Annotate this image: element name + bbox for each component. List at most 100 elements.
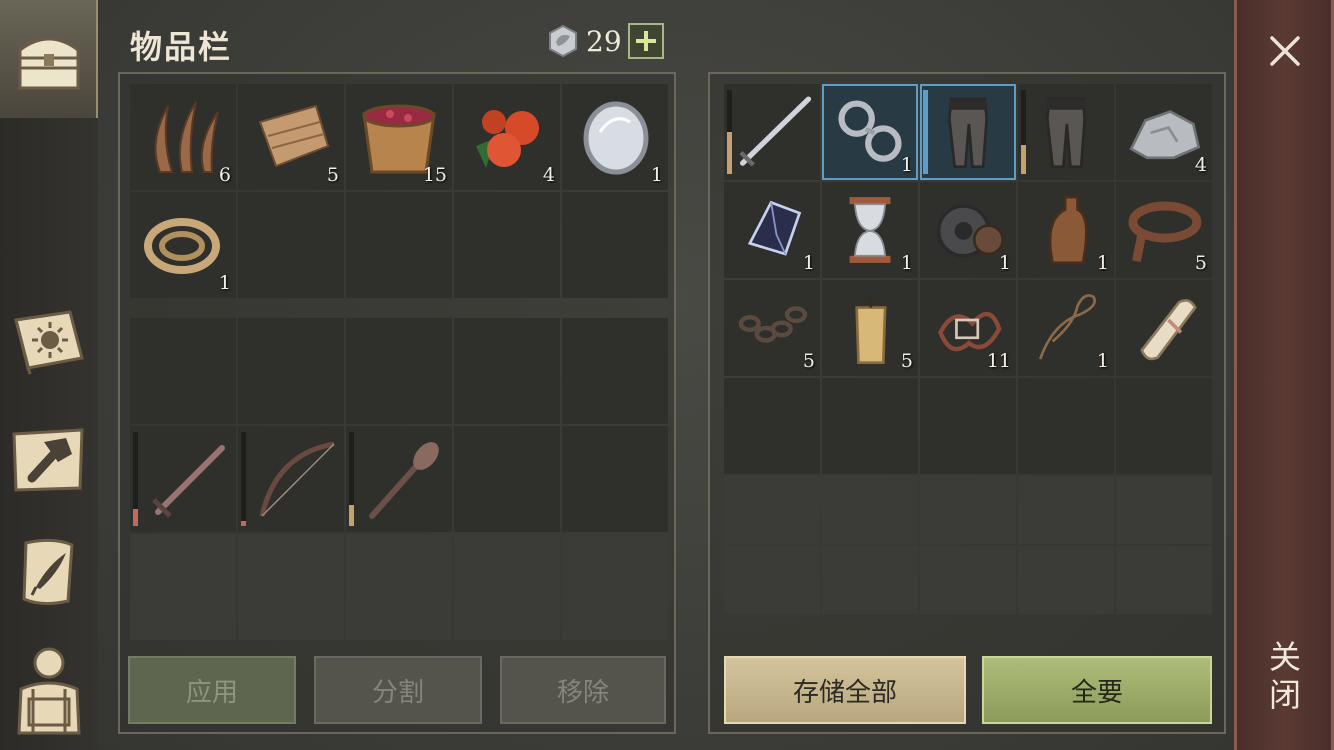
- item-slot[interactable]: 1: [822, 182, 918, 278]
- sword-icon: [152, 445, 225, 518]
- empty-slot[interactable]: [1018, 378, 1114, 474]
- item-quantity: 5: [1194, 252, 1207, 274]
- quill-scroll-icon[interactable]: [8, 532, 90, 614]
- item-slot[interactable]: 1: [724, 182, 820, 278]
- empty-slot[interactable]: [1018, 546, 1114, 614]
- gear-icon: [936, 204, 1004, 258]
- add-currency-button[interactable]: [627, 23, 664, 59]
- inventory-grid: 6 5 15 4 1 1: [130, 84, 668, 298]
- item-slot[interactable]: [724, 84, 820, 180]
- item-slot[interactable]: 15: [346, 84, 452, 190]
- item-quantity: 4: [542, 164, 555, 186]
- steel-sword-icon: [739, 96, 812, 167]
- chainmail-leggings-icon: [947, 97, 989, 168]
- empty-slot[interactable]: [1116, 378, 1212, 474]
- item-slot[interactable]: 1: [1018, 280, 1114, 376]
- lasso-icon: [1038, 294, 1096, 360]
- empty-slot[interactable]: [920, 476, 1016, 544]
- empty-slot[interactable]: [346, 318, 452, 424]
- iron-chain-icon: [738, 306, 808, 343]
- empty-slot[interactable]: [562, 318, 668, 424]
- empty-slot[interactable]: [238, 318, 344, 424]
- item-slot[interactable]: 5: [238, 84, 344, 190]
- empty-slot[interactable]: [1116, 476, 1212, 544]
- close-label[interactable]: 关闭: [1264, 640, 1306, 716]
- currency-display: 29: [546, 22, 664, 60]
- mace-icon: [369, 442, 439, 519]
- item-slot[interactable]: 6: [130, 84, 236, 190]
- sun-book-icon[interactable]: [8, 300, 90, 382]
- item-slot[interactable]: [920, 84, 1016, 180]
- empty-slot[interactable]: [130, 534, 236, 640]
- empty-slot[interactable]: [130, 318, 236, 424]
- empty-slot[interactable]: [454, 318, 560, 424]
- empty-slot[interactable]: [920, 546, 1016, 614]
- empty-slot[interactable]: [562, 426, 668, 532]
- item-quantity: 1: [802, 252, 815, 274]
- empty-slot[interactable]: [454, 192, 560, 298]
- candle-icon: [855, 296, 887, 364]
- item-quantity: 1: [900, 252, 913, 274]
- storage-grid: 1 4 1 1 1 1 5 5 5 11 1: [724, 84, 1212, 614]
- item-quantity: 4: [1194, 154, 1207, 176]
- close-panel[interactable]: [1234, 0, 1334, 750]
- currency-count: 29: [586, 24, 622, 58]
- empty-slot[interactable]: [454, 426, 560, 532]
- item-slot[interactable]: [1116, 280, 1212, 376]
- split-button[interactable]: 分割: [314, 656, 482, 724]
- apply-button[interactable]: 应用: [128, 656, 296, 724]
- empty-slot[interactable]: [562, 192, 668, 298]
- store-all-button[interactable]: 存储全部: [724, 656, 966, 724]
- equipment-grid: [130, 318, 668, 640]
- empty-slot[interactable]: [920, 378, 1016, 474]
- leather-strap-icon: [1128, 201, 1202, 262]
- empty-slot[interactable]: [346, 192, 452, 298]
- empty-slot[interactable]: [822, 476, 918, 544]
- character-backpack-icon[interactable]: [8, 647, 90, 735]
- empty-slot[interactable]: [822, 378, 918, 474]
- close-icon[interactable]: [1264, 30, 1306, 72]
- item-slot[interactable]: 1: [562, 84, 668, 190]
- item-slot[interactable]: [130, 426, 236, 532]
- empty-slot[interactable]: [822, 546, 918, 614]
- empty-slot[interactable]: [454, 534, 560, 640]
- take-all-button[interactable]: 全要: [982, 656, 1212, 724]
- leather-flask-icon: [1048, 195, 1088, 265]
- item-slot[interactable]: 1: [1018, 182, 1114, 278]
- item-quantity: 1: [1096, 252, 1109, 274]
- rope-icon: [144, 218, 220, 274]
- silver-mirror-icon: [583, 101, 649, 175]
- empty-slot[interactable]: [1116, 546, 1212, 614]
- crafting-hammer-icon[interactable]: [8, 418, 90, 500]
- empty-slot[interactable]: [562, 534, 668, 640]
- item-slot[interactable]: [238, 426, 344, 532]
- item-quantity: 1: [1096, 350, 1109, 372]
- item-slot[interactable]: 1: [130, 192, 236, 298]
- item-slot[interactable]: [346, 426, 452, 532]
- item-quantity: 11: [986, 350, 1011, 372]
- item-slot[interactable]: 5: [1116, 182, 1212, 278]
- empty-slot[interactable]: [724, 546, 820, 614]
- item-slot[interactable]: 5: [724, 280, 820, 376]
- item-slot[interactable]: 1: [822, 84, 918, 180]
- item-slot[interactable]: 5: [822, 280, 918, 376]
- item-slot[interactable]: 1: [920, 182, 1016, 278]
- item-slot[interactable]: 4: [454, 84, 560, 190]
- gem-coin-icon: [549, 24, 577, 58]
- remove-button[interactable]: 移除: [500, 656, 666, 724]
- chest-icon[interactable]: [8, 18, 90, 100]
- empty-slot[interactable]: [238, 534, 344, 640]
- empty-slot[interactable]: [724, 476, 820, 544]
- item-slot[interactable]: 11: [920, 280, 1016, 376]
- side-nav: [0, 0, 98, 750]
- stone-ore-icon: [1129, 110, 1201, 160]
- empty-slot[interactable]: [346, 534, 452, 640]
- empty-slot[interactable]: [1018, 476, 1114, 544]
- item-quantity: 5: [900, 350, 913, 372]
- empty-slot[interactable]: [238, 192, 344, 298]
- item-quantity: 1: [998, 252, 1011, 274]
- item-slot[interactable]: [1018, 84, 1114, 180]
- hourglass-icon: [849, 197, 891, 263]
- empty-slot[interactable]: [724, 378, 820, 474]
- item-slot[interactable]: 4: [1116, 84, 1212, 180]
